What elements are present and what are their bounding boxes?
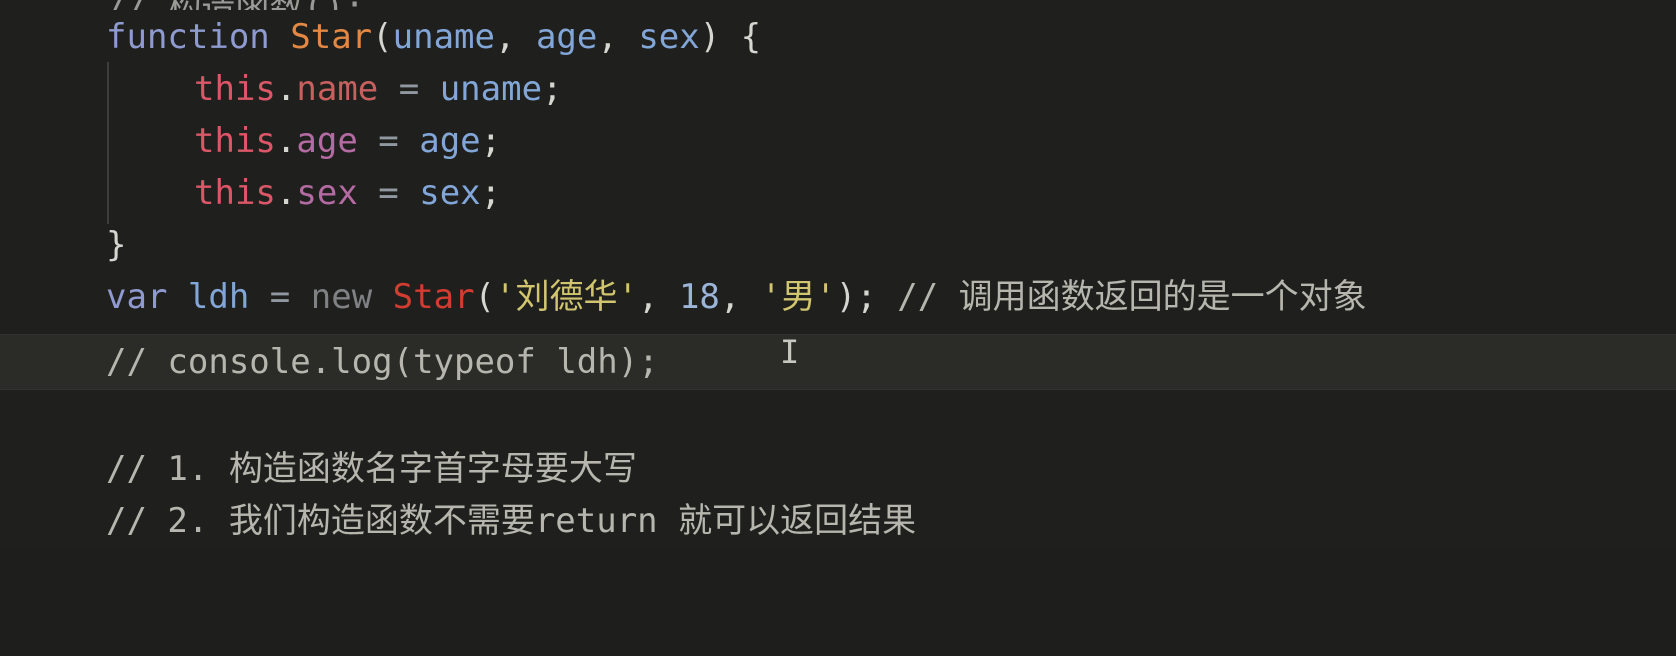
- property-age: age: [296, 121, 358, 161]
- keyword-this: this: [194, 121, 276, 161]
- property-name: name: [296, 69, 379, 109]
- semicolon: ;: [480, 173, 502, 213]
- variable-ldh: ldh: [187, 277, 250, 317]
- code-line-var-ldh-content: var ldh = new Star('刘德华', 18, '男'); // 调…: [106, 270, 1367, 324]
- function-name: Star: [290, 17, 373, 57]
- code-line-this-name[interactable]: this.name = uname;: [0, 62, 1676, 116]
- value-age: age: [419, 121, 481, 161]
- code-line-this-name-content: this.name = uname;: [194, 62, 563, 116]
- clipped-top-line-text: // 构造函数();: [106, 0, 365, 10]
- comma: ,: [719, 277, 761, 317]
- dot: .: [275, 121, 297, 161]
- console-log-comment: // console.log(typeof ldh);: [106, 342, 659, 382]
- assign-operator: =: [357, 173, 420, 213]
- code-line-empty[interactable]: [0, 390, 1676, 444]
- code-line-function[interactable]: function Star(uname, age, sex) {: [0, 10, 1676, 64]
- comma: ,: [494, 17, 536, 57]
- keyword-this: this: [194, 69, 276, 109]
- assign-operator: =: [378, 69, 440, 109]
- code-line-function-content: function Star(uname, age, sex) {: [106, 10, 761, 64]
- assign-operator: =: [357, 121, 420, 161]
- value-sex: sex: [419, 173, 481, 213]
- semicolon: ;: [480, 121, 502, 161]
- code-line-this-sex-content: this.sex = sex;: [194, 166, 501, 220]
- param-age: age: [535, 17, 598, 57]
- code-line-this-age-content: this.age = age;: [194, 114, 501, 168]
- code-line-note-2[interactable]: // 2. 我们构造函数不需要return 就可以返回结果: [0, 494, 1676, 548]
- paren-close-brace: ) {: [699, 17, 762, 57]
- assign-operator: =: [249, 277, 311, 317]
- value-uname: uname: [439, 69, 543, 109]
- keyword-var: var: [106, 277, 168, 317]
- property-sex: sex: [296, 173, 358, 213]
- keyword-function: function: [106, 17, 270, 57]
- semicolon: ;: [542, 69, 563, 109]
- string-arg-name: '刘德华': [495, 277, 638, 317]
- code-line-closing-brace[interactable]: }: [0, 218, 1676, 272]
- clipped-top-line: // 构造函数();: [0, 0, 1676, 10]
- text-cursor-icon: I: [780, 333, 800, 371]
- inline-comment: // 调用函数返回的是一个对象: [876, 277, 1367, 317]
- code-line-note-1[interactable]: // 1. 构造函数名字首字母要大写: [0, 442, 1676, 496]
- code-line-this-age[interactable]: this.age = age;: [0, 114, 1676, 168]
- param-uname: uname: [392, 17, 495, 57]
- code-editor[interactable]: // 构造函数(); function Star(uname, age, sex…: [0, 0, 1676, 548]
- code-line-console-comment[interactable]: // console.log(typeof ldh);: [0, 334, 1676, 390]
- dot: .: [275, 69, 297, 109]
- string-arg-sex: '男': [760, 277, 836, 317]
- constructor-star: Star: [392, 277, 475, 317]
- keyword-new: new: [310, 277, 373, 317]
- param-sex: sex: [638, 17, 700, 57]
- closing-brace: }: [106, 225, 127, 265]
- keyword-this: this: [194, 173, 276, 213]
- code-line-var-ldh[interactable]: var ldh = new Star('刘德华', 18, '男'); // 调…: [0, 270, 1676, 324]
- comma: ,: [597, 17, 639, 57]
- dot: .: [275, 173, 297, 213]
- note-2-comment: // 2. 我们构造函数不需要return 就可以返回结果: [106, 501, 917, 541]
- comma: ,: [637, 277, 679, 317]
- paren-close-semicolon: );: [835, 277, 877, 317]
- paren-open: (: [474, 277, 496, 317]
- note-1-comment: // 1. 构造函数名字首字母要大写: [106, 449, 637, 489]
- code-line-this-sex[interactable]: this.sex = sex;: [0, 166, 1676, 220]
- number-arg-age: 18: [678, 277, 720, 317]
- paren-open: (: [372, 17, 393, 57]
